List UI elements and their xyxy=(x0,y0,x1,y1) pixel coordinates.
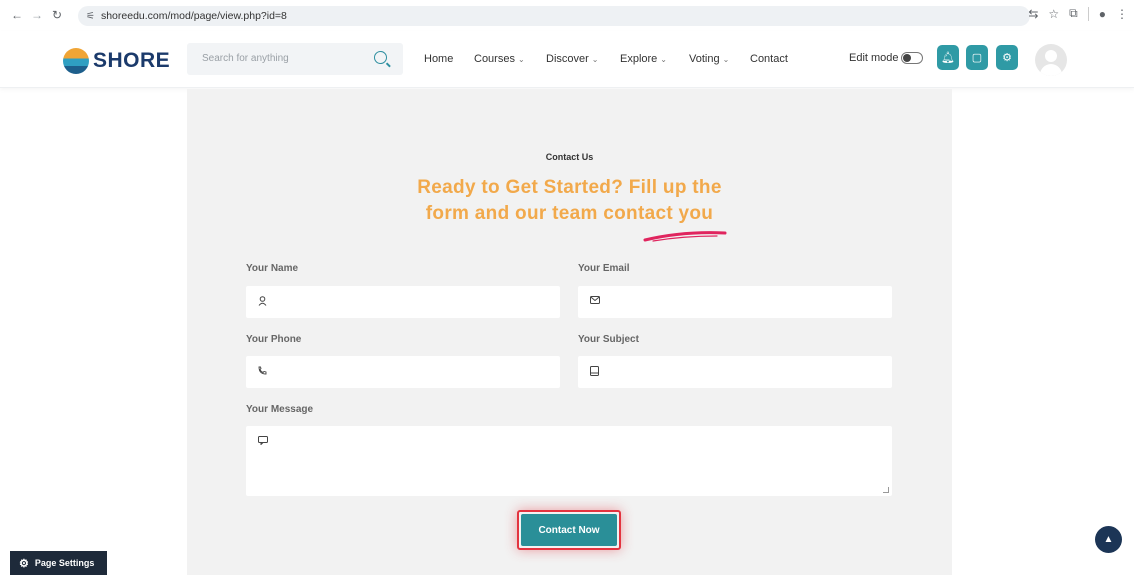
name-field[interactable] xyxy=(246,286,560,318)
nav-voting[interactable]: Voting ⌄ xyxy=(689,53,729,65)
envelope-icon xyxy=(590,296,600,306)
toggle-knob xyxy=(903,54,911,62)
address-bar[interactable]: ⚟ shoreedu.com/mod/page/view.php?id=8 xyxy=(78,6,1030,26)
notifications-button[interactable]: 🔔︎ xyxy=(937,45,959,70)
search-icon[interactable] xyxy=(374,51,387,64)
resize-handle[interactable] xyxy=(883,487,889,493)
scroll-to-top-button[interactable]: ▲ xyxy=(1095,526,1122,553)
nav-voting-label: Voting xyxy=(689,53,720,65)
page-settings-label: Page Settings xyxy=(34,558,95,568)
avatar[interactable] xyxy=(1035,44,1067,76)
nav-contact[interactable]: Contact xyxy=(750,53,788,65)
chat-icon: ▢ xyxy=(971,52,983,64)
contact-now-highlight: Contact Now xyxy=(517,510,621,550)
logo-mark-icon xyxy=(63,48,89,74)
headline-line-1: Ready to Get Started? Fill up the xyxy=(417,177,722,198)
chevron-down-icon: ⌄ xyxy=(722,55,730,64)
section-headline: Ready to Get Started? Fill up the form a… xyxy=(187,175,952,227)
nav-home[interactable]: Home xyxy=(424,53,453,65)
extensions-icon[interactable]: ⧉ xyxy=(1069,6,1078,21)
site-header: SHORE Search for anything Home Courses ⌄ … xyxy=(0,31,1134,88)
profile-icon[interactable]: ● xyxy=(1099,7,1106,21)
book-icon xyxy=(590,366,599,378)
bell-icon: 🔔︎ xyxy=(941,52,955,64)
messages-button[interactable]: ▢ xyxy=(966,45,988,70)
bookmark-star-icon[interactable]: ☆ xyxy=(1048,7,1059,21)
toolbar-divider xyxy=(1087,6,1089,21)
avatar-body xyxy=(1040,64,1062,76)
search-input[interactable]: Search for anything xyxy=(187,43,403,75)
gear-icon: ⚙ xyxy=(19,557,29,570)
nav-discover[interactable]: Discover ⌄ xyxy=(546,53,599,65)
chevron-down-icon: ⌄ xyxy=(591,55,599,64)
edit-mode-toggle[interactable] xyxy=(901,52,923,64)
nav-discover-label: Discover xyxy=(546,53,589,65)
reload-icon[interactable]: ↻ xyxy=(46,4,68,26)
chevron-up-icon: ▲ xyxy=(1103,534,1114,545)
message-icon xyxy=(258,436,268,447)
gear-icon: ⚙ xyxy=(1002,52,1012,64)
name-label: Your Name xyxy=(246,263,299,274)
chevron-down-icon: ⌄ xyxy=(517,55,525,64)
message-label: Your Message xyxy=(246,404,314,415)
email-label: Your Email xyxy=(578,263,630,274)
user-icon xyxy=(258,296,267,308)
nav-courses-label: Courses xyxy=(474,53,515,65)
phone-label: Your Phone xyxy=(246,334,302,345)
headline-line-2: form and our team contact you xyxy=(425,203,714,224)
nav-contact-label: Contact xyxy=(750,53,788,65)
browser-menu-icon[interactable]: ⋮ xyxy=(1116,7,1128,21)
underline-swoosh-icon xyxy=(643,231,727,242)
logo[interactable]: SHORE xyxy=(63,48,170,74)
nav-courses[interactable]: Courses ⌄ xyxy=(474,53,525,65)
phone-field[interactable] xyxy=(246,356,560,388)
avatar-head xyxy=(1045,50,1057,62)
nav-explore-label: Explore xyxy=(620,53,658,65)
contact-now-button[interactable]: Contact Now xyxy=(521,514,617,546)
url-text: shoreedu.com/mod/page/view.php?id=8 xyxy=(100,10,287,22)
nav-explore[interactable]: Explore ⌄ xyxy=(620,53,667,65)
settings-button[interactable]: ⚙ xyxy=(996,45,1018,70)
browser-toolbar: ← → ↻ ⚟ shoreedu.com/mod/page/view.php?i… xyxy=(0,0,1134,31)
chevron-down-icon: ⌄ xyxy=(660,55,667,64)
page-settings-button[interactable]: ⚙ Page Settings xyxy=(10,551,107,575)
nav-home-label: Home xyxy=(424,53,454,65)
site-info-icon[interactable]: ⚟ xyxy=(86,11,95,22)
back-icon[interactable]: ← xyxy=(6,4,28,26)
translate-icon[interactable]: ⇆ xyxy=(1028,7,1038,21)
search-placeholder: Search for anything xyxy=(202,53,289,64)
edit-mode-label: Edit mode xyxy=(849,52,899,64)
subject-label: Your Subject xyxy=(578,334,639,345)
phone-icon xyxy=(258,366,267,377)
contact-section: Contact Us Ready to Get Started? Fill up… xyxy=(187,89,952,575)
section-eyebrow: Contact Us xyxy=(545,152,594,162)
email-field[interactable] xyxy=(578,286,892,318)
forward-icon[interactable]: → xyxy=(26,4,48,26)
logo-text: SHORE xyxy=(93,49,171,72)
message-textarea[interactable] xyxy=(246,426,892,496)
subject-field[interactable] xyxy=(578,356,892,388)
